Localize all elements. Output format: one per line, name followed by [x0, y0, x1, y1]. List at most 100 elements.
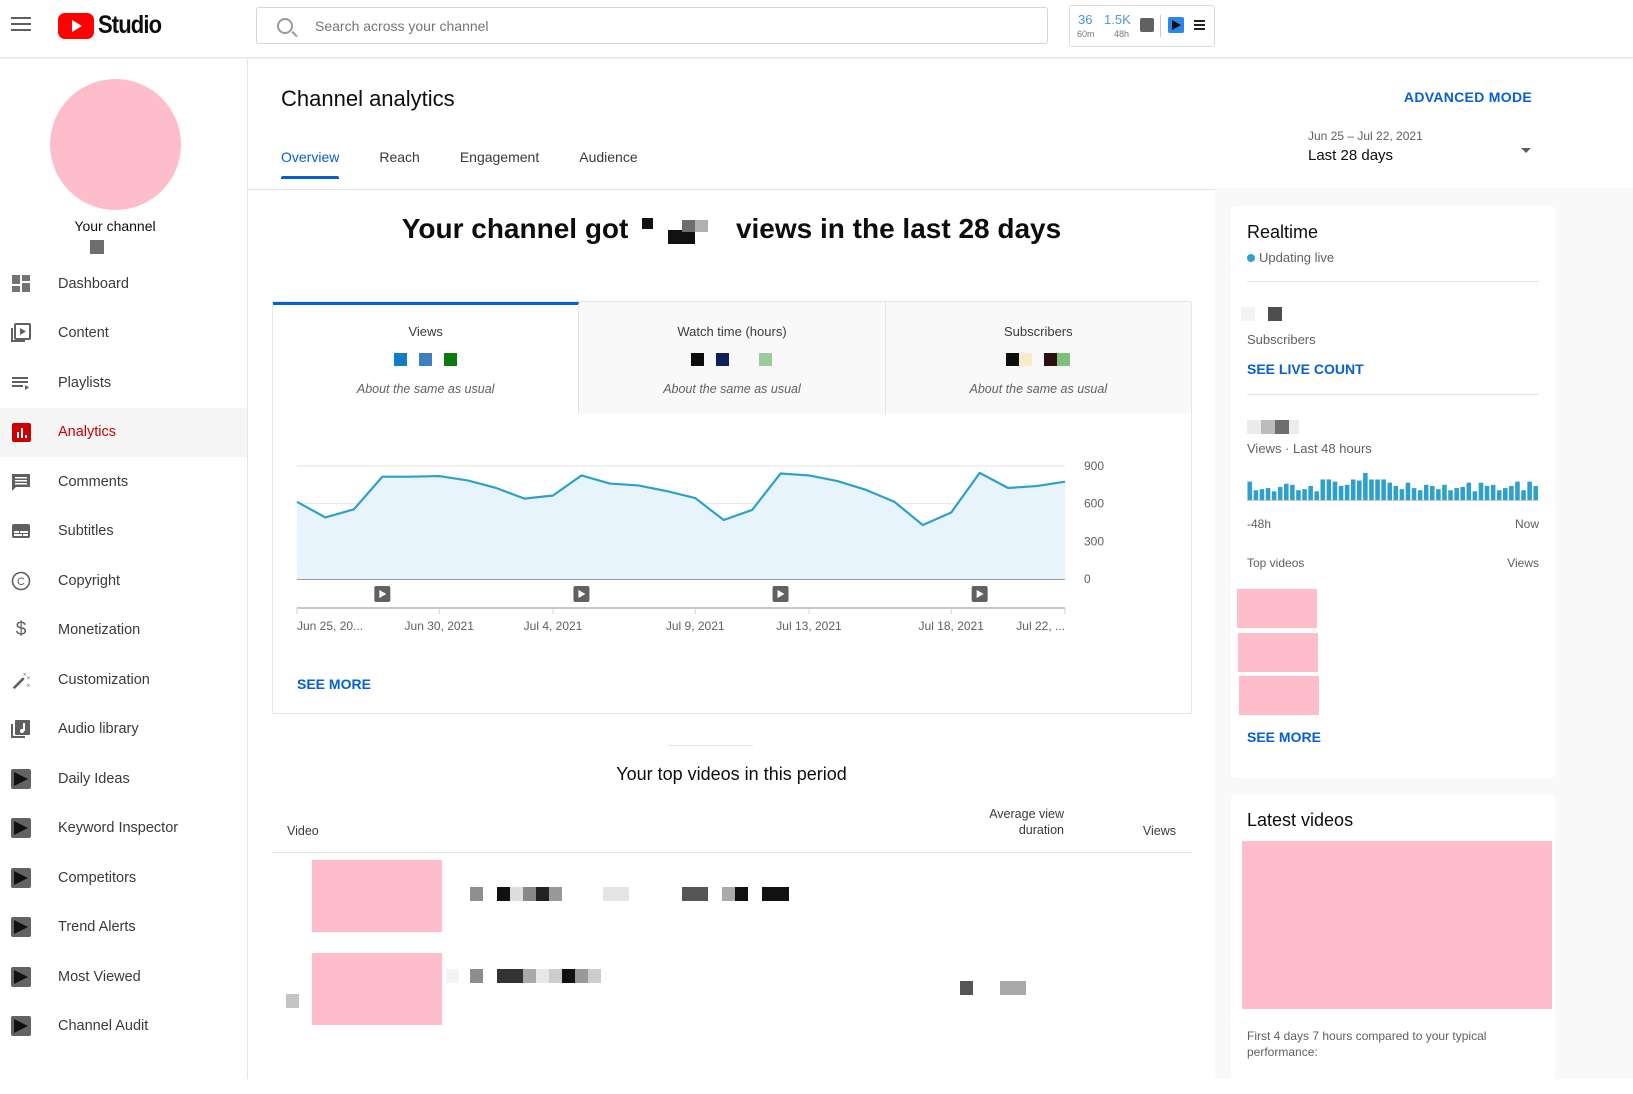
sidebar-item-customization[interactable]: × × × Customization: [0, 655, 247, 705]
sidebar-item-comments[interactable]: Comments: [0, 457, 247, 507]
data-point[interactable]: [920, 522, 926, 528]
data-point[interactable]: [635, 482, 641, 488]
stats-icon[interactable]: [1140, 18, 1154, 32]
hourly-view-bar[interactable]: [1296, 490, 1301, 501]
sidebar-item-copyright[interactable]: C Copyright: [0, 556, 247, 606]
hourly-view-bar[interactable]: [1253, 490, 1259, 501]
video-published-marker[interactable]: [374, 586, 391, 602]
hourly-view-bar[interactable]: [1515, 481, 1520, 501]
sidebar-item-trend-alerts[interactable]: Trend Alerts: [0, 903, 247, 953]
data-point[interactable]: [493, 485, 499, 491]
hourly-view-bar[interactable]: [1472, 491, 1478, 501]
realtime-see-more-link[interactable]: SEE MORE: [1247, 729, 1321, 745]
table-row[interactable]: [272, 856, 1192, 952]
hourly-view-bar[interactable]: [1436, 489, 1441, 501]
sidebar-item-content[interactable]: Content: [0, 309, 247, 359]
advanced-mode-button[interactable]: ADVANCED MODE: [1404, 89, 1532, 105]
hourly-view-bar[interactable]: [1533, 485, 1538, 501]
data-point[interactable]: [749, 507, 755, 513]
table-row[interactable]: [272, 950, 1192, 1046]
data-point[interactable]: [948, 509, 954, 515]
sidebar-item-playlists[interactable]: Playlists: [0, 358, 247, 408]
hourly-view-bar[interactable]: [1496, 490, 1502, 501]
sidebar-item-audio-library[interactable]: Audio library: [0, 705, 247, 755]
hourly-view-bar[interactable]: [1326, 479, 1332, 501]
hourly-view-bar[interactable]: [1308, 485, 1313, 501]
metric-tab-watch-time-hours[interactable]: Watch time (hours) About the same as usua…: [579, 302, 886, 415]
hourly-view-bar[interactable]: [1454, 488, 1459, 501]
column-avg-view-duration[interactable]: Average view duration: [984, 806, 1064, 838]
hourly-view-bar[interactable]: [1509, 485, 1514, 501]
see-more-link[interactable]: SEE MORE: [297, 676, 371, 692]
sidebar-item-most-viewed[interactable]: Most Viewed: [0, 952, 247, 1002]
channel-avatar[interactable]: [50, 79, 181, 210]
tab-audience[interactable]: Audience: [579, 149, 637, 179]
search-input[interactable]: [315, 17, 915, 34]
hourly-view-bar[interactable]: [1284, 483, 1289, 501]
column-views[interactable]: Views: [1143, 824, 1176, 838]
top-video-thumbnail[interactable]: [1237, 589, 1317, 628]
hourly-view-bar[interactable]: [1363, 473, 1368, 501]
see-live-count-link[interactable]: SEE LIVE COUNT: [1247, 361, 1364, 377]
sidebar-item-competitors[interactable]: Competitors: [0, 853, 247, 903]
hourly-view-bar[interactable]: [1302, 489, 1307, 501]
vidiq-icon[interactable]: [1168, 17, 1184, 33]
hourly-view-bar[interactable]: [1290, 484, 1295, 501]
hourly-view-bar[interactable]: [1277, 487, 1283, 501]
hourly-view-bar[interactable]: [1357, 480, 1362, 501]
data-point[interactable]: [692, 495, 698, 501]
hourly-view-bar[interactable]: [1460, 487, 1465, 501]
hourly-view-bar[interactable]: [1369, 479, 1374, 501]
hourly-view-bar[interactable]: [1490, 484, 1496, 501]
data-point[interactable]: [891, 499, 897, 505]
hourly-view-bar[interactable]: [1271, 491, 1277, 501]
hourly-view-bar[interactable]: [1466, 482, 1472, 501]
hourly-view-bar[interactable]: [1320, 479, 1326, 501]
data-point[interactable]: [1034, 483, 1040, 489]
data-point[interactable]: [550, 493, 556, 499]
search-box[interactable]: [256, 7, 1048, 44]
hourly-view-bar[interactable]: [1399, 489, 1405, 501]
data-point[interactable]: [465, 477, 471, 483]
metric-tab-subscribers[interactable]: Subscribers About the same as usual: [885, 302, 1191, 415]
hourly-view-bar[interactable]: [1350, 479, 1356, 501]
data-point[interactable]: [379, 474, 385, 480]
hourly-view-bar[interactable]: [1448, 490, 1453, 501]
hourly-view-bar[interactable]: [1265, 488, 1271, 501]
hourly-view-bar[interactable]: [1314, 491, 1319, 501]
hourly-view-bar[interactable]: [1393, 485, 1399, 501]
data-point[interactable]: [1005, 485, 1011, 491]
hourly-view-bar[interactable]: [1387, 482, 1392, 501]
sidebar-item-analytics[interactable]: Analytics: [0, 407, 247, 457]
data-point[interactable]: [806, 472, 812, 478]
hourly-view-bar[interactable]: [1338, 485, 1344, 501]
data-point[interactable]: [977, 470, 983, 476]
tab-reach[interactable]: Reach: [379, 149, 419, 179]
video-published-marker[interactable]: [971, 586, 988, 602]
tab-overview[interactable]: Overview: [281, 149, 340, 179]
metric-tab-views[interactable]: Views About the same as usual: [273, 302, 580, 415]
hourly-view-bar[interactable]: [1527, 481, 1532, 501]
top-video-thumbnail[interactable]: [1238, 633, 1318, 672]
data-point[interactable]: [607, 481, 613, 487]
hourly-view-bar[interactable]: [1375, 479, 1380, 501]
sidebar-item-dashboard[interactable]: Dashboard: [0, 259, 247, 309]
data-point[interactable]: [1062, 479, 1068, 485]
studio-logo[interactable]: Studio: [58, 11, 170, 40]
extension-menu-icon[interactable]: [1194, 20, 1205, 32]
video-published-marker[interactable]: [772, 586, 789, 602]
sidebar-item-channel-audit[interactable]: Channel Audit: [0, 1002, 247, 1052]
data-point[interactable]: [408, 474, 414, 480]
hourly-view-bar[interactable]: [1259, 489, 1265, 501]
hourly-view-bar[interactable]: [1430, 485, 1435, 501]
column-video[interactable]: Video: [287, 824, 319, 838]
data-point[interactable]: [778, 471, 784, 477]
hourly-view-bar[interactable]: [1503, 488, 1508, 501]
data-point[interactable]: [322, 514, 328, 520]
video-thumbnail[interactable]: [312, 953, 442, 1025]
top-video-thumbnail[interactable]: [1239, 676, 1319, 715]
hourly-view-bar[interactable]: [1417, 490, 1423, 501]
video-thumbnail[interactable]: [312, 860, 442, 932]
data-point[interactable]: [351, 506, 357, 512]
menu-icon[interactable]: [11, 17, 31, 31]
